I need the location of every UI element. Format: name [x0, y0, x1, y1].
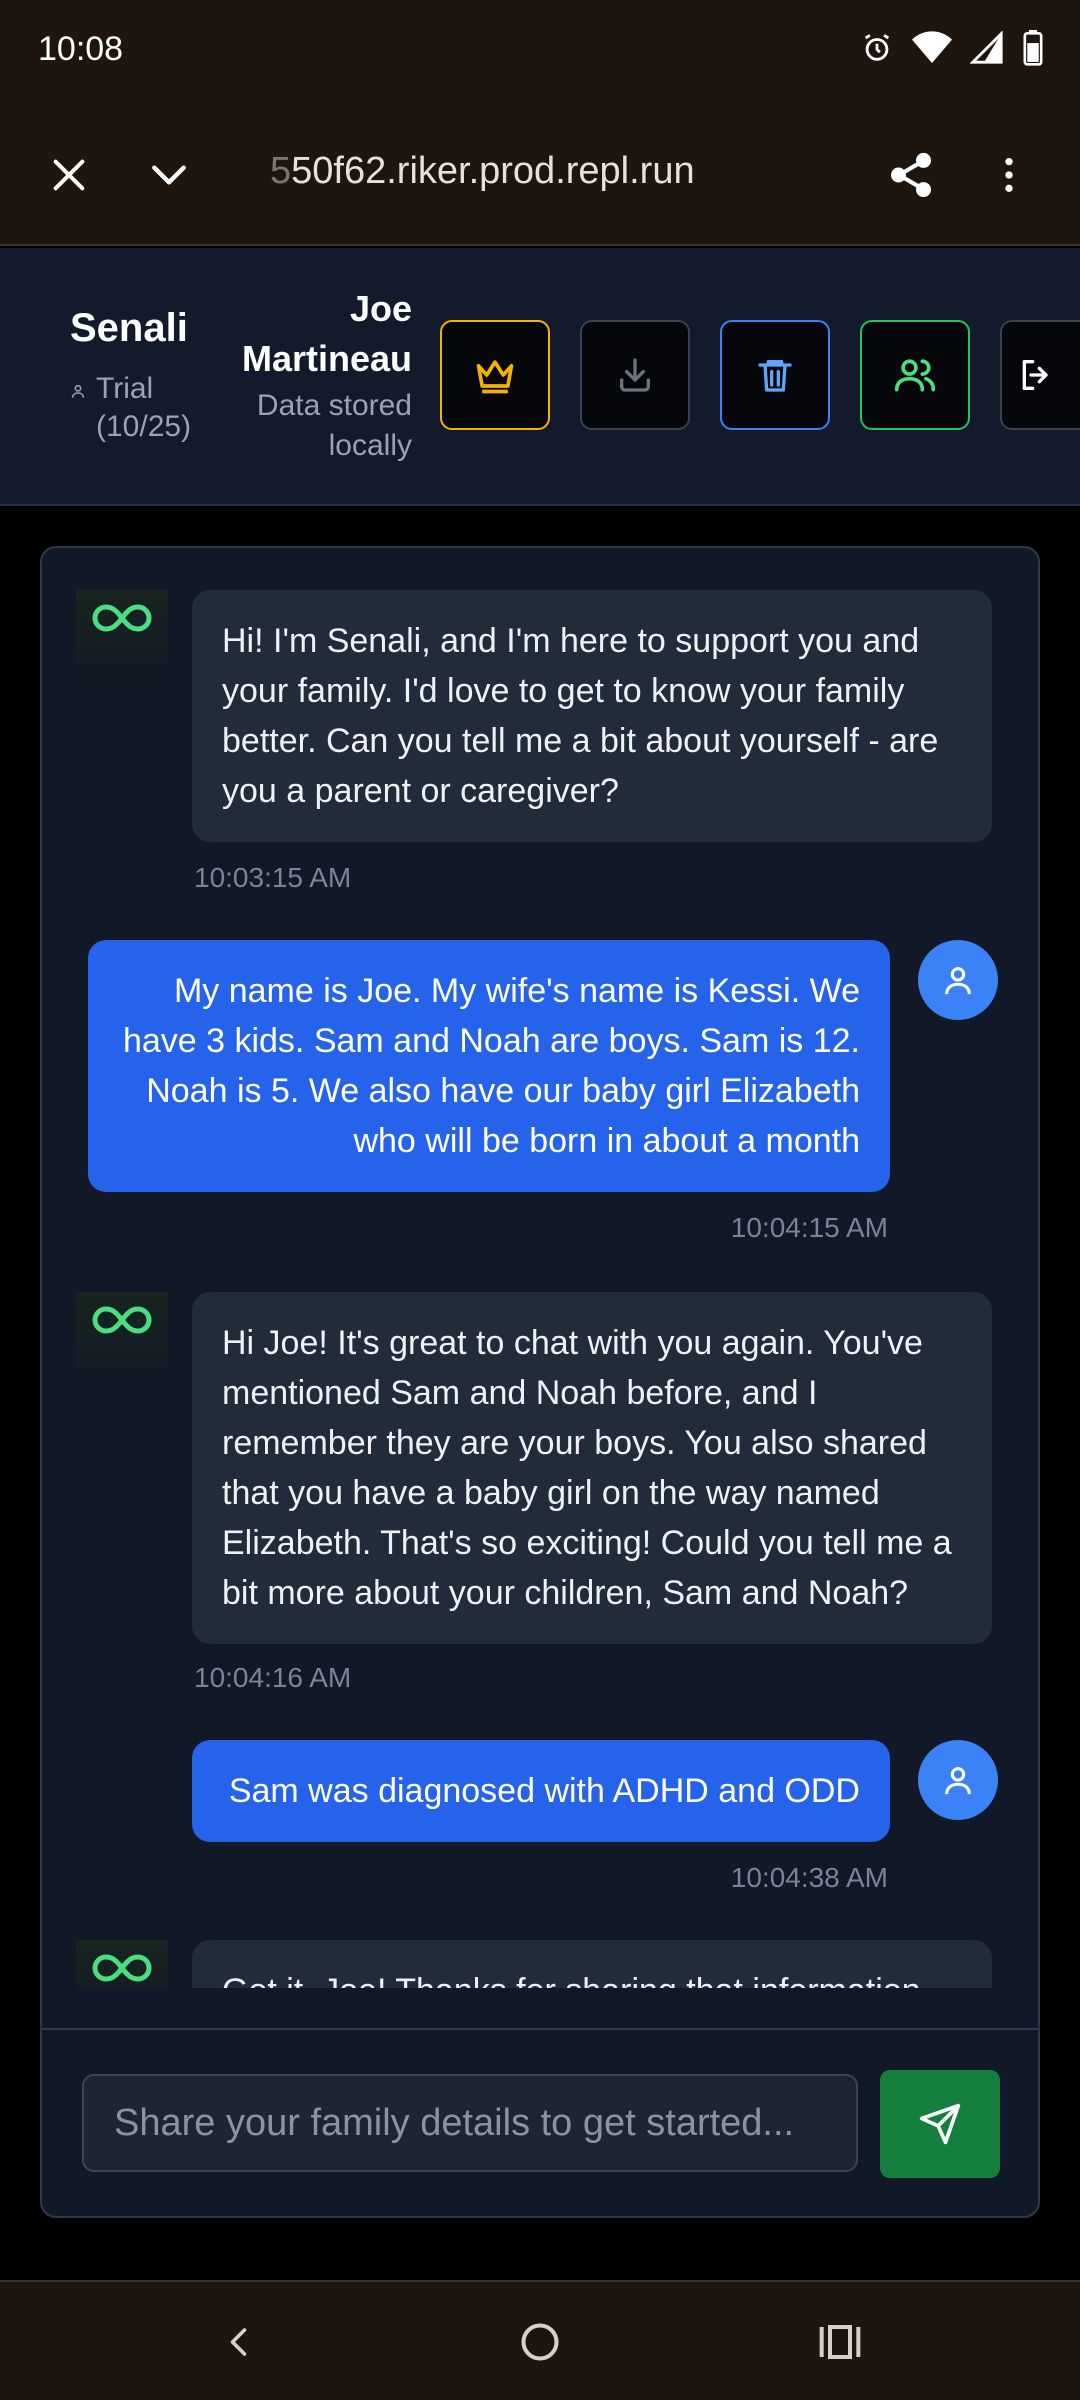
- logout-icon: [1022, 360, 1048, 390]
- user-last-name: Martineau: [241, 338, 412, 379]
- wifi-icon: [912, 31, 952, 65]
- back-icon: [230, 2328, 247, 2356]
- share-icon: [891, 152, 931, 198]
- users-icon: [894, 359, 936, 392]
- infinity-icon: [92, 604, 152, 632]
- status-bar: 10:08: [0, 0, 1080, 104]
- signal-icon: [970, 31, 1004, 65]
- close-icon: [53, 159, 85, 191]
- user-first-name: Joe: [349, 288, 412, 329]
- family-button[interactable]: [860, 320, 970, 430]
- user-icon: [70, 382, 86, 405]
- trial-status: Trial (10/25): [70, 370, 191, 446]
- home-icon: [521, 2323, 559, 2361]
- user-info: Joe Martineau Data stored locally: [242, 284, 412, 466]
- bot-avatar: [76, 1940, 168, 1988]
- logout-button[interactable]: [1000, 320, 1080, 430]
- status-icons: [860, 30, 1044, 66]
- storage-line1: Data stored: [256, 389, 412, 422]
- infinity-icon: [92, 1954, 152, 1982]
- bot-message: Got it, Joe! Thanks for sharing that inf…: [192, 1940, 992, 1988]
- bot-message: Hi Joe! It's great to chat with you agai…: [192, 1292, 992, 1644]
- message-timestamp: 10:04:38 AM: [730, 1862, 888, 1893]
- infinity-icon: [92, 1306, 152, 1334]
- user-avatar: [918, 1740, 998, 1820]
- trash-icon: [758, 360, 792, 392]
- trial-count: (10/25): [96, 410, 192, 443]
- system-nav-bar: [0, 2280, 1080, 2400]
- home-button[interactable]: [505, 2312, 575, 2372]
- more-vertical-icon: [1005, 158, 1013, 192]
- user-icon: [945, 967, 971, 995]
- download-button[interactable]: [580, 320, 690, 430]
- alarm-icon: [860, 31, 894, 65]
- user-icon: [945, 1767, 971, 1795]
- bot-message: Hi! I'm Senali, and I'm here to support …: [192, 590, 992, 842]
- browser-toolbar: 550f62.riker.prod.repl.run: [0, 104, 1080, 246]
- app-header: Senali Trial (10/25) Joe Martineau Data …: [0, 248, 1080, 506]
- storage-line2: locally: [328, 429, 412, 462]
- message-input[interactable]: Share your family details to get started…: [82, 2074, 858, 2172]
- status-time: 10:08: [38, 30, 124, 68]
- download-icon: [620, 358, 650, 392]
- bot-avatar: [76, 590, 168, 694]
- close-tab-button[interactable]: [34, 140, 104, 210]
- delete-button[interactable]: [720, 320, 830, 430]
- url-faded: 5: [270, 150, 292, 192]
- message-list[interactable]: Hi! I'm Senali, and I'm here to support …: [42, 548, 1038, 1988]
- chevron-down-icon: [152, 165, 186, 185]
- share-button[interactable]: [876, 140, 946, 210]
- crown-icon: [476, 360, 514, 394]
- composer: Share your family details to get started…: [42, 2028, 1038, 2216]
- minimize-button[interactable]: [134, 140, 204, 210]
- message-timestamp: 10:04:15 AM: [730, 1212, 888, 1243]
- recents-button[interactable]: [805, 2312, 875, 2372]
- user-message: My name is Joe. My wife's name is Kessi.…: [88, 940, 890, 1192]
- send-icon: [919, 2103, 961, 2145]
- battery-icon: [1022, 30, 1044, 66]
- premium-button[interactable]: [440, 320, 550, 430]
- bot-avatar: [76, 1292, 168, 1396]
- send-button[interactable]: [880, 2070, 1000, 2178]
- message-timestamp: 10:03:15 AM: [194, 862, 352, 893]
- app-brand: Senali: [70, 306, 188, 350]
- user-avatar: [918, 940, 998, 1020]
- url-text: 50f62.riker.prod.repl.run: [291, 150, 695, 192]
- recents-icon: [819, 2325, 861, 2359]
- back-button[interactable]: [205, 2312, 275, 2372]
- url-bar[interactable]: 550f62.riker.prod.repl.run: [270, 150, 695, 193]
- user-message: Sam was diagnosed with ADHD and ODD: [192, 1740, 890, 1842]
- more-options-button[interactable]: [974, 140, 1044, 210]
- chat-panel: Hi! I'm Senali, and I'm here to support …: [40, 546, 1040, 2218]
- message-timestamp: 10:04:16 AM: [194, 1662, 352, 1693]
- trial-label: Trial: [96, 372, 154, 405]
